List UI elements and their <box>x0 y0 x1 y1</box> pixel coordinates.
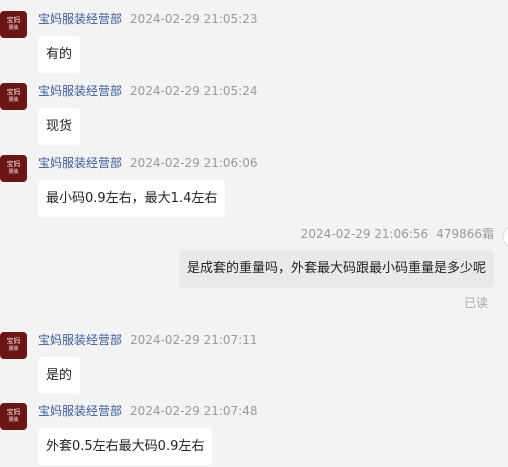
avatar-subtext: 服装 <box>8 25 19 31</box>
message-time: 2024-02-29 21:07:48 <box>130 404 258 418</box>
sender-avatar[interactable]: 宝妈 服装 <box>0 155 27 182</box>
avatar-subtext: 服装 <box>8 346 19 352</box>
message-bubble[interactable]: 是的 <box>38 357 81 394</box>
avatar-text: 宝妈 <box>6 337 21 345</box>
own-avatar[interactable] <box>503 226 508 248</box>
sender-avatar[interactable]: 宝妈 服装 <box>0 403 27 430</box>
message-meta: 宝妈服装经营部 2024-02-29 21:05:24 <box>38 83 257 99</box>
avatar-text: 宝妈 <box>6 408 21 416</box>
read-status: 已读 <box>463 296 488 310</box>
sender-name[interactable]: 宝妈服装经营部 <box>38 156 122 170</box>
avatar-subtext: 服装 <box>8 97 19 103</box>
message-meta: 宝妈服装经营部 2024-02-29 21:05:23 <box>38 11 257 27</box>
message-bubble[interactable]: 现货 <box>38 108 81 145</box>
message-time: 2024-02-29 21:07:11 <box>130 333 258 347</box>
message-meta: 宝妈服装经营部 2024-02-29 21:07:11 <box>38 332 257 348</box>
message-meta: 宝妈服装经营部 2024-02-29 21:07:48 <box>38 403 257 419</box>
sender-name[interactable]: 宝妈服装经营部 <box>38 404 122 418</box>
sender-name[interactable]: 宝妈服装经营部 <box>38 333 122 347</box>
message-bubble[interactable]: 有的 <box>38 36 81 73</box>
avatar-text: 宝妈 <box>6 88 21 96</box>
own-user-name: 479866霜 <box>436 227 494 241</box>
own-message-bubble[interactable]: 是成套的重量吗，外套最大码跟最小码重量是多少呢 <box>178 250 494 288</box>
message-time: 2024-02-29 21:06:06 <box>130 156 258 170</box>
message-meta: 宝妈服装经营部 2024-02-29 21:06:06 <box>38 155 257 171</box>
avatar-text: 宝妈 <box>6 16 21 24</box>
own-message-meta: 2024-02-29 21:06:56 479866霜 <box>301 226 494 242</box>
avatar-subtext: 服装 <box>8 417 19 423</box>
sender-avatar[interactable]: 宝妈 服装 <box>0 332 27 359</box>
avatar-subtext: 服装 <box>8 169 19 175</box>
own-message-time: 2024-02-29 21:06:56 <box>300 227 429 241</box>
message-time: 2024-02-29 21:05:23 <box>130 12 258 26</box>
avatar-text: 宝妈 <box>6 160 21 168</box>
message-bubble[interactable]: 最小码0.9左右，最大1.4左右 <box>38 180 226 217</box>
sender-avatar[interactable]: 宝妈 服装 <box>0 83 27 110</box>
message-time: 2024-02-29 21:05:24 <box>130 84 258 98</box>
sender-name[interactable]: 宝妈服装经营部 <box>38 12 122 26</box>
sender-avatar[interactable]: 宝妈 服装 <box>0 11 27 38</box>
sender-name[interactable]: 宝妈服装经营部 <box>38 84 122 98</box>
message-bubble[interactable]: 外套0.5左右最大码0.9左右 <box>38 428 213 465</box>
